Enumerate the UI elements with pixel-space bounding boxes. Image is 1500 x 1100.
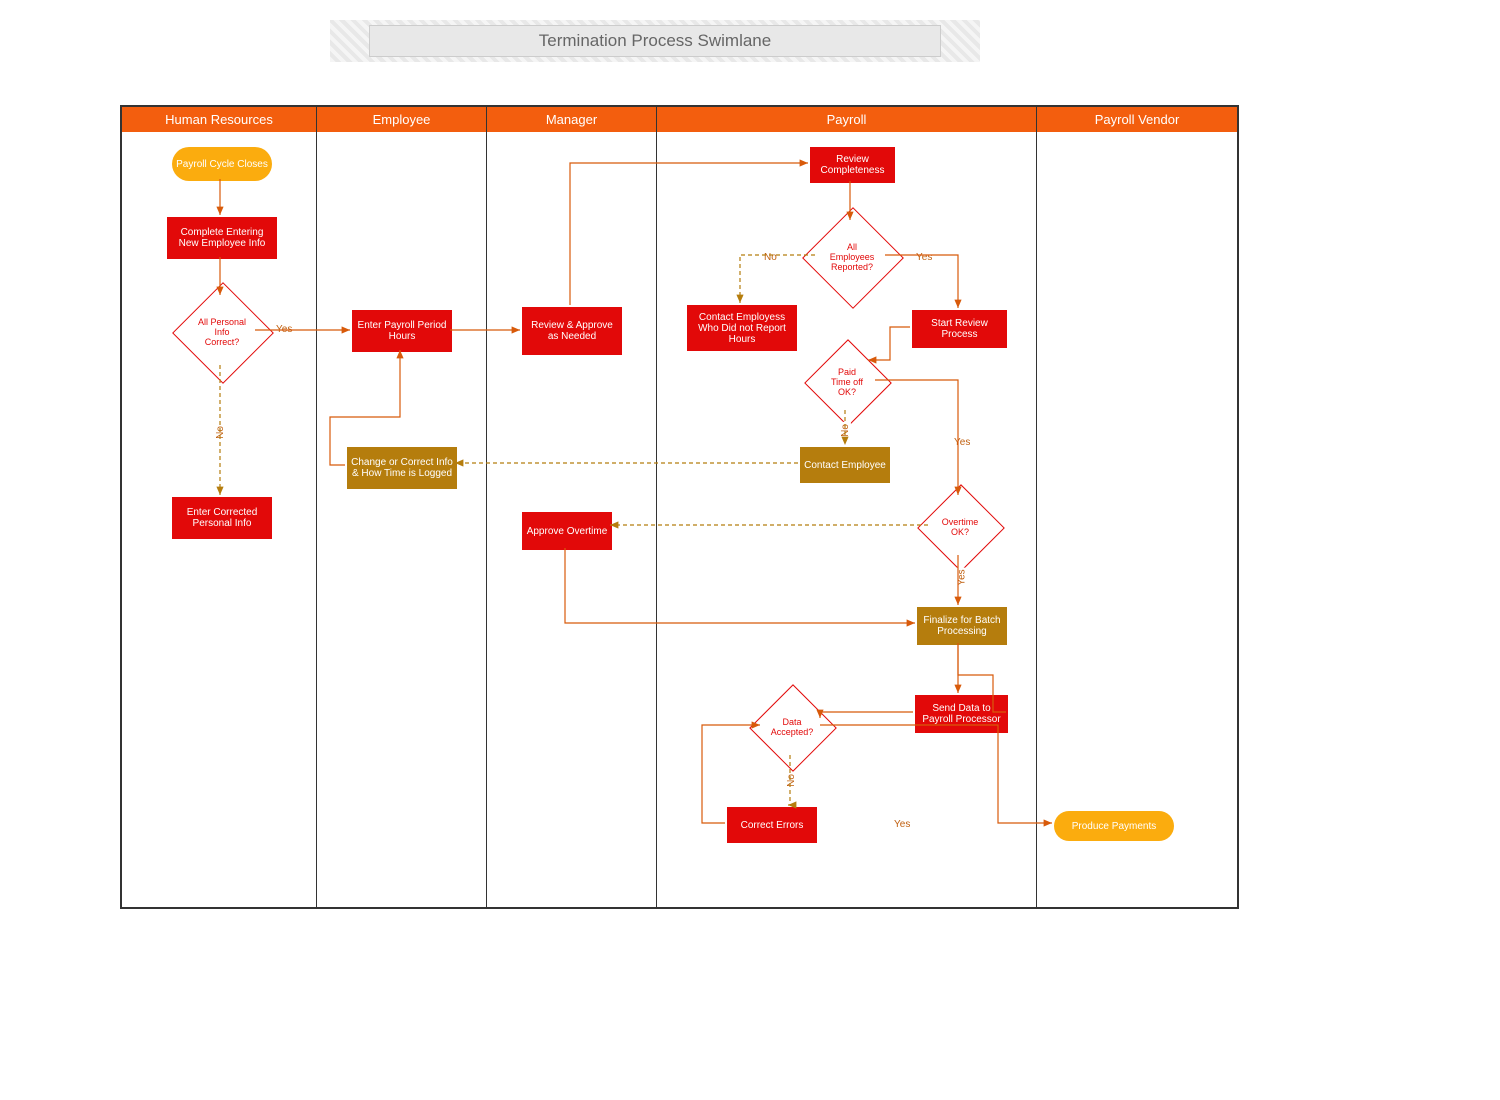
lane-header-vendor: Payroll Vendor (1037, 107, 1237, 132)
diagram-title: Termination Process Swimlane (369, 25, 941, 57)
node-pto-ok: Paid Time off OK? (817, 352, 877, 412)
node-start: Payroll Cycle Closes (172, 147, 272, 181)
node-start-review: Start Review Process (912, 310, 1007, 348)
node-personal-correct: All Personal Info Correct? (187, 297, 257, 367)
node-approve-ot: Approve Overtime (522, 512, 612, 550)
node-enter-hours: Enter Payroll Period Hours (352, 310, 452, 352)
lane-header-employee: Employee (317, 107, 487, 132)
lane-header-payroll: Payroll (657, 107, 1037, 132)
node-contact-noreport: Contact Employess Who Did not Report Hou… (687, 305, 797, 351)
label-yes-3: Yes (952, 437, 972, 448)
node-produce: Produce Payments (1054, 811, 1174, 841)
node-finalize: Finalize for Batch Processing (917, 607, 1007, 645)
node-change-correct: Change or Correct Info & How Time is Log… (347, 447, 457, 489)
swimlane-container: Human Resources Employee Manager Payroll… (120, 105, 1239, 909)
label-no-2: No (762, 252, 779, 263)
label-no-4: No (786, 772, 797, 789)
node-review-approve: Review & Approve as Needed (522, 307, 622, 355)
label-yes-2: Yes (914, 252, 934, 263)
lane-header-manager: Manager (487, 107, 657, 132)
label-yes-1: Yes (274, 324, 294, 335)
node-ot-ok: Overtime OK? (930, 497, 990, 557)
node-review-complete: Review Completeness (810, 147, 895, 183)
lane-body-employee (317, 132, 487, 907)
label-no-3: No (840, 422, 851, 439)
node-send-data: Send Data to Payroll Processor (915, 695, 1008, 733)
label-yes-4: Yes (957, 567, 968, 587)
label-no-1: No (215, 424, 226, 441)
node-correct-errors: Correct Errors (727, 807, 817, 843)
label-yes-5: Yes (892, 819, 912, 830)
node-corrected-info: Enter Corrected Personal Info (172, 497, 272, 539)
node-contact-emp: Contact Employee (800, 447, 890, 483)
node-complete-info: Complete Entering New Employee Info (167, 217, 277, 259)
node-data-accepted: Data Accepted? (762, 697, 822, 757)
lane-body-vendor (1037, 132, 1237, 907)
node-all-reported: All Employees Reported? (817, 222, 887, 292)
diagram-title-bar: Termination Process Swimlane (330, 20, 980, 62)
lane-header-hr: Human Resources (122, 107, 317, 132)
